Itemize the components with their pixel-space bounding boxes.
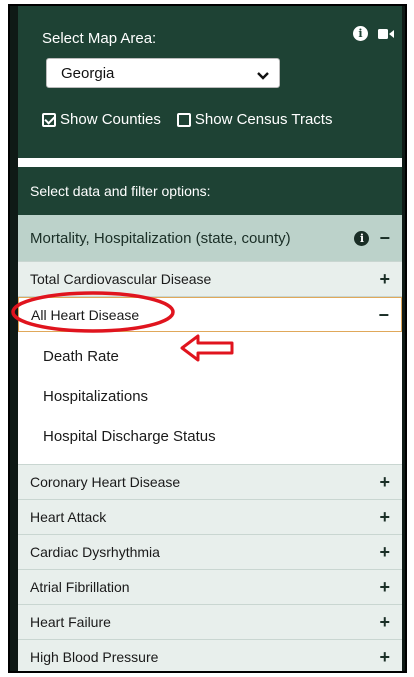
minus-icon[interactable]: − <box>379 229 390 247</box>
plus-icon[interactable]: + <box>379 648 390 666</box>
screenshot-frame: Select Map Area: i Georgia Show Counties <box>8 4 407 673</box>
filter-item-label: Atrial Fibrillation <box>30 579 130 595</box>
plus-icon[interactable]: + <box>379 543 390 561</box>
filter-item-cardiac-dysrhythmia[interactable]: Cardiac Dysrhythmia + <box>18 535 402 570</box>
filter-item-label: High Blood Pressure <box>30 649 159 665</box>
map-area-panel: Select Map Area: i Georgia Show Counties <box>18 6 402 158</box>
filter-item-all-heart-disease[interactable]: All Heart Disease − <box>18 297 402 332</box>
plus-icon[interactable]: + <box>379 578 390 596</box>
map-area-selected-value: Georgia <box>61 64 115 82</box>
info-icon[interactable]: i <box>353 26 368 41</box>
sub-item-label: Hospitalizations <box>43 387 149 405</box>
header-icons: i <box>353 26 394 41</box>
show-counties-label: Show Counties <box>60 111 161 128</box>
show-census-tracts-label: Show Census Tracts <box>194 111 333 128</box>
sub-item-label: Hospital Discharge Status <box>43 427 216 445</box>
filter-item-coronary-heart-disease[interactable]: Coronary Heart Disease + <box>18 465 402 500</box>
filter-item-label: Heart Failure <box>30 614 111 630</box>
filter-item-high-blood-pressure[interactable]: High Blood Pressure + <box>18 640 402 671</box>
map-toggles: Show Counties Show Census Tracts <box>42 111 332 128</box>
checkbox-checked-icon[interactable] <box>42 112 56 127</box>
filter-item-heart-attack[interactable]: Heart Attack + <box>18 500 402 535</box>
section-divider <box>18 158 402 167</box>
filter-item-label: Cardiac Dysrhythmia <box>30 544 160 560</box>
info-icon[interactable]: i <box>354 230 370 246</box>
map-area-label: Select Map Area: <box>42 30 157 47</box>
sub-item-label: Death Rate <box>43 347 119 365</box>
show-counties-toggle[interactable]: Show Counties <box>42 111 161 128</box>
filter-item-label: Heart Attack <box>30 509 107 525</box>
map-area-select[interactable]: Georgia <box>46 58 280 88</box>
sub-item-hospitalizations[interactable]: Hospitalizations <box>18 376 402 416</box>
plus-icon[interactable]: + <box>379 473 390 491</box>
filter-item-label: All Heart Disease <box>31 306 140 323</box>
filter-item-total-cardiovascular-disease[interactable]: Total Cardiovascular Disease + <box>18 262 402 297</box>
chevron-down-icon <box>257 68 269 85</box>
video-icon[interactable] <box>378 26 394 41</box>
minus-icon[interactable]: − <box>378 306 389 324</box>
sidebar-panel: Select Map Area: i Georgia Show Counties <box>18 6 402 671</box>
filter-section-title: Select data and filter options: <box>18 167 402 215</box>
sub-item-death-rate[interactable]: Death Rate <box>18 336 402 376</box>
filter-group-label: Mortality, Hospitalization (state, count… <box>30 229 291 247</box>
filter-item-label: Total Cardiovascular Disease <box>30 271 212 287</box>
filter-item-heart-failure[interactable]: Heart Failure + <box>18 605 402 640</box>
plus-icon[interactable]: + <box>379 508 390 526</box>
checkbox-unchecked-icon[interactable] <box>176 112 191 127</box>
filter-group-mortality-hospitalization[interactable]: Mortality, Hospitalization (state, count… <box>18 215 402 262</box>
filter-group-controls: i − <box>354 229 390 247</box>
show-census-tracts-toggle[interactable]: Show Census Tracts <box>176 111 333 128</box>
all-heart-disease-sublist: Death Rate Hospitalizations Hospital Dis… <box>18 332 402 465</box>
plus-icon[interactable]: + <box>379 270 390 288</box>
plus-icon[interactable]: + <box>379 613 390 631</box>
sub-item-hospital-discharge-status[interactable]: Hospital Discharge Status <box>18 416 402 456</box>
filter-item-label: Coronary Heart Disease <box>30 474 181 490</box>
filter-item-atrial-fibrillation[interactable]: Atrial Fibrillation + <box>18 570 402 605</box>
